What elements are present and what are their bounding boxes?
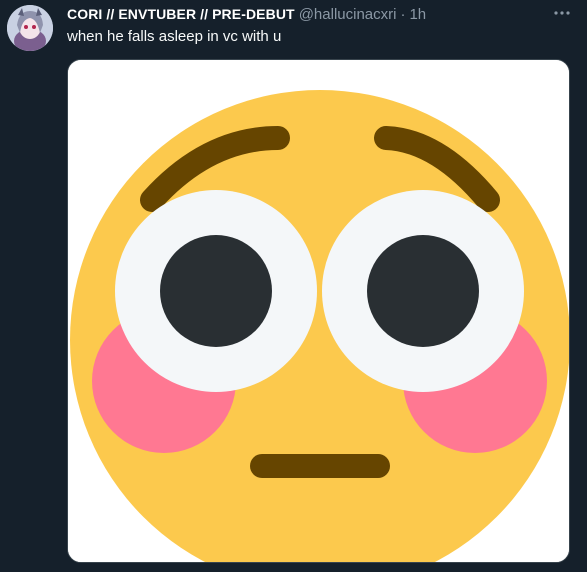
more-options-button[interactable] <box>551 4 573 22</box>
tweet-header: CORI // ENVTUBER // PRE-DEBUT @hallucina… <box>67 4 426 24</box>
flushed-face-emoji <box>68 60 569 562</box>
tweet[interactable]: CORI // ENVTUBER // PRE-DEBUT @hallucina… <box>0 0 587 572</box>
emoji-right-pupil <box>367 235 479 347</box>
user-handle[interactable]: @hallucinacxri <box>299 6 397 23</box>
timestamp[interactable]: 1h <box>409 6 426 23</box>
more-horizontal-icon <box>554 11 570 15</box>
separator-dot: · <box>400 5 406 23</box>
emoji-left-pupil <box>160 235 272 347</box>
avatar-image <box>7 5 53 51</box>
avatar[interactable] <box>7 5 53 51</box>
tweet-media[interactable] <box>67 59 570 563</box>
display-name[interactable]: CORI // ENVTUBER // PRE-DEBUT <box>67 6 295 22</box>
tweet-text: when he falls asleep in vc with u <box>67 28 282 45</box>
